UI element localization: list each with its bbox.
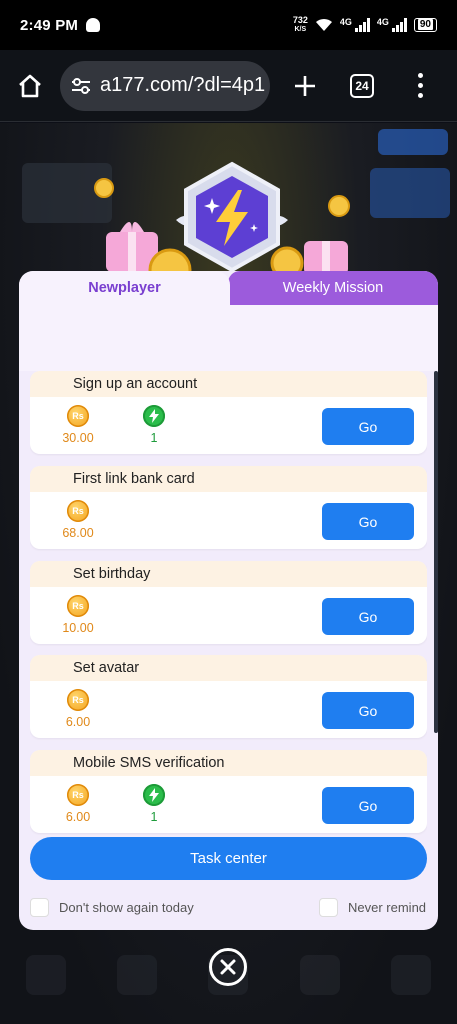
go-button-sign-up[interactable]: Go [322, 408, 414, 445]
network-speed-value: 732 [292, 15, 308, 25]
coin-reward-value: 6.00 [65, 715, 91, 729]
coin-reward: Rs 30.00 [58, 405, 98, 445]
go-button-link-bank[interactable]: Go [322, 503, 414, 540]
coin-reward-value: 68.00 [62, 526, 94, 540]
coin-reward: Rs 68.00 [58, 500, 98, 540]
tab-newplayer[interactable]: Newplayer [19, 271, 230, 305]
dont-show-today-option[interactable]: Don't show again today [30, 898, 194, 917]
dont-show-today-checkbox[interactable] [30, 898, 49, 917]
home-icon [19, 74, 41, 97]
energy-reward-value: 1 [150, 431, 158, 445]
network-type-2: 4G [376, 17, 389, 27]
go-button-sms-verification[interactable]: Go [322, 787, 414, 824]
close-icon [220, 959, 236, 975]
home-button[interactable] [14, 70, 46, 102]
url-text[interactable]: a177.com/?dl=4p1 [100, 74, 265, 97]
close-modal-button[interactable] [209, 948, 247, 986]
task-card-sms-verification: Mobile SMS verification Rs 6.00 1 Go [30, 750, 427, 833]
task-title: Mobile SMS verification [30, 750, 427, 776]
dont-show-today-label: Don't show again today [59, 900, 194, 915]
tab-content-header [19, 305, 438, 371]
network-speed-unit: K/S [294, 26, 307, 33]
task-card-sign-up: Sign up an account Rs 30.00 1 Go [30, 371, 427, 454]
wifi-icon [315, 18, 332, 31]
lightning-badge-icon [176, 161, 288, 273]
energy-reward-value: 1 [150, 810, 158, 824]
more-menu-button[interactable] [416, 73, 424, 98]
coin-icon [94, 178, 114, 198]
lightning-icon [143, 405, 165, 427]
battery-level: 90 [417, 19, 433, 30]
task-card-birthday: Set birthday Rs 10.00 Go [30, 561, 427, 644]
coin-reward-value: 6.00 [65, 810, 91, 824]
energy-reward: 1 [134, 405, 174, 445]
energy-reward: 1 [134, 784, 174, 824]
coin-reward-value: 10.00 [62, 621, 94, 635]
task-title: Set birthday [30, 561, 427, 587]
rupee-coin-icon: Rs [67, 595, 89, 617]
rupee-coin-icon: Rs [67, 689, 89, 711]
coin-reward: Rs 10.00 [58, 595, 98, 635]
go-button-birthday[interactable]: Go [322, 598, 414, 635]
tab-weekly-mission[interactable]: Weekly Mission [228, 271, 438, 305]
coin-reward: Rs 6.00 [58, 784, 98, 824]
network-type-1: 4G [339, 17, 352, 27]
go-button-avatar[interactable]: Go [322, 692, 414, 729]
rupee-coin-icon: Rs [67, 500, 89, 522]
browser-toolbar: a177.com/?dl=4p1 24 [0, 50, 457, 122]
coin-icon [328, 195, 350, 217]
network-speed: 732 K/S [293, 16, 308, 34]
battery-icon: 90 [413, 18, 437, 32]
task-card-avatar: Set avatar Rs 6.00 Go [30, 655, 427, 738]
never-remind-option[interactable]: Never remind [319, 898, 426, 917]
never-remind-label: Never remind [348, 900, 427, 915]
rupee-coin-icon: Rs [67, 784, 89, 806]
snapchat-icon [86, 18, 101, 32]
coin-reward: Rs 6.00 [58, 689, 98, 729]
plus-icon [295, 75, 315, 96]
tab-switcher-button[interactable]: 24 [350, 73, 374, 98]
task-title: Set avatar [30, 655, 427, 681]
lightning-icon [143, 784, 165, 806]
task-list-scrollbar[interactable] [434, 371, 438, 733]
task-title: Sign up an account [30, 371, 427, 397]
task-modal: Newplayer Weekly Mission Sign up an acco… [19, 271, 438, 930]
reward-hero [0, 150, 457, 292]
rupee-coin-icon: Rs [67, 405, 89, 427]
status-time: 2:49 PM [20, 16, 79, 34]
coin-reward-value: 30.00 [62, 431, 94, 445]
status-bar: 2:49 PM 732 K/S 4G 4G 90 [0, 0, 457, 50]
modal-tabs: Newplayer Weekly Mission [19, 271, 438, 305]
status-icons: 732 K/S 4G 4G 90 [293, 16, 437, 34]
task-card-link-bank: First link bank card Rs 68.00 Go [30, 466, 427, 549]
signal-icon-1 [354, 18, 370, 32]
never-remind-checkbox[interactable] [319, 898, 338, 917]
gift-box-icon [304, 241, 348, 275]
url-bar[interactable]: a177.com/?dl=4p1 [60, 60, 270, 111]
task-center-button[interactable]: Task center [30, 837, 427, 880]
new-tab-button[interactable] [290, 71, 320, 101]
signal-icon-2 [391, 18, 407, 32]
task-title: First link bank card [30, 466, 427, 492]
site-settings-icon[interactable] [70, 77, 92, 95]
